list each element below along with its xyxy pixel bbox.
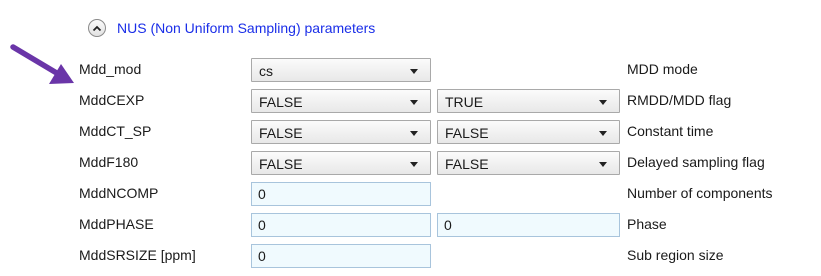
param-label: MddPHASE — [79, 216, 154, 232]
select-value: FALSE — [445, 156, 489, 172]
mddct-sp-select-2[interactable]: FALSE — [437, 120, 620, 144]
param-description: Delayed sampling flag — [627, 154, 765, 170]
chevron-down-icon — [599, 131, 607, 136]
collapse-button[interactable] — [88, 19, 106, 37]
param-label: MddF180 — [79, 154, 139, 170]
mddf180-select-2[interactable]: FALSE — [437, 151, 620, 175]
param-label: MddSRSIZE [ppm] — [79, 247, 196, 263]
mddct-sp-select-1[interactable]: FALSE — [251, 120, 431, 144]
param-description: MDD mode — [627, 61, 698, 77]
param-description: Constant time — [627, 123, 714, 139]
mddcexp-select-1[interactable]: FALSE — [251, 89, 431, 113]
section-header: NUS (Non Uniform Sampling) parameters — [88, 16, 375, 40]
param-row-mddsrsize: MddSRSIZE [ppm] Sub region size — [0, 243, 821, 269]
chevron-down-icon — [599, 100, 607, 105]
param-row-mdd-mod: Mdd_mod cs MDD mode — [0, 57, 821, 83]
param-description: Sub region size — [627, 247, 724, 263]
section-title: NUS (Non Uniform Sampling) parameters — [117, 20, 376, 36]
select-value: FALSE — [259, 156, 303, 172]
param-description: Number of components — [627, 185, 773, 201]
select-value: TRUE — [445, 94, 484, 110]
param-row-mddncomp: MddNCOMP Number of components — [0, 181, 821, 207]
select-value: FALSE — [259, 94, 303, 110]
param-label: MddCEXP — [79, 92, 145, 108]
param-label: MddCT_SP — [79, 123, 152, 139]
mddsrsize-input[interactable] — [251, 244, 431, 268]
param-label: Mdd_mod — [79, 61, 142, 77]
chevron-down-icon — [410, 69, 418, 74]
chevron-down-icon — [599, 162, 607, 167]
param-row-mddf180: MddF180 FALSE FALSE Delayed sampling fla… — [0, 150, 821, 176]
chevron-down-icon — [410, 131, 418, 136]
mddcexp-select-2[interactable]: TRUE — [437, 89, 620, 113]
param-row-mddct-sp: MddCT_SP FALSE FALSE Constant time — [0, 119, 821, 145]
chevron-up-icon — [92, 25, 102, 31]
param-label: MddNCOMP — [79, 185, 159, 201]
mddphase-input-1[interactable] — [251, 213, 431, 237]
select-value: cs — [259, 63, 273, 79]
param-description: Phase — [627, 216, 667, 232]
mdd-mod-select[interactable]: cs — [251, 58, 431, 82]
select-value: FALSE — [259, 125, 303, 141]
chevron-down-icon — [410, 100, 418, 105]
param-row-mddphase: MddPHASE Phase — [0, 212, 821, 238]
param-description: RMDD/MDD flag — [627, 92, 732, 108]
chevron-down-icon — [410, 162, 418, 167]
param-row-mddcexp: MddCEXP FALSE TRUE RMDD/MDD flag — [0, 88, 821, 114]
mddncomp-input[interactable] — [251, 182, 431, 206]
mddf180-select-1[interactable]: FALSE — [251, 151, 431, 175]
select-value: FALSE — [445, 125, 489, 141]
mddphase-input-2[interactable] — [437, 213, 620, 237]
